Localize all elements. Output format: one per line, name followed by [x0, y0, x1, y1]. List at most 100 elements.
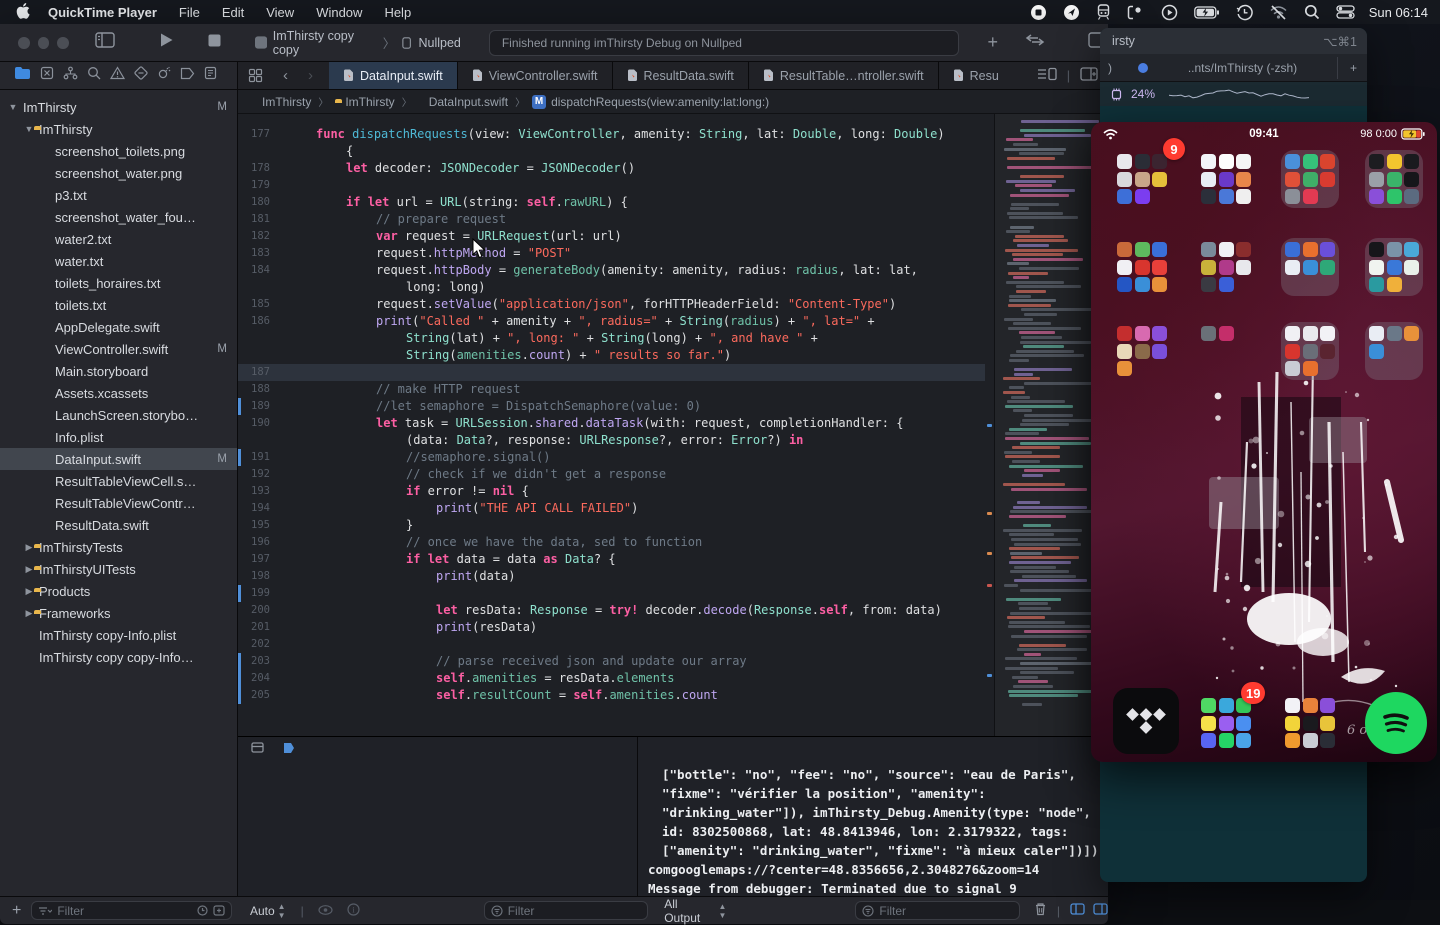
navigator-tests-icon[interactable]	[134, 66, 148, 85]
app-icon[interactable]	[1285, 361, 1300, 376]
menu-help[interactable]: Help	[384, 5, 411, 20]
app-icon[interactable]	[1285, 154, 1300, 169]
sidebar-item-resulttableviewcell-s-[interactable]: ResultTableViewCell.s…	[0, 470, 237, 492]
code-line-199[interactable]: 199	[238, 585, 985, 602]
code-line-185[interactable]: 185request.setValue("application/json", …	[238, 296, 985, 313]
sidebar-item-screenshot-toilets-png[interactable]: screenshot_toilets.png	[0, 140, 237, 162]
app-icon[interactable]	[1201, 326, 1216, 341]
spotify-app-icon[interactable]	[1365, 692, 1427, 754]
app-icon[interactable]	[1201, 716, 1216, 731]
app-icon[interactable]	[1387, 172, 1402, 187]
breadcrumb-item[interactable]: ImThirsty	[252, 95, 311, 109]
app-icon[interactable]	[1369, 344, 1384, 359]
search-icon[interactable]	[1304, 4, 1320, 20]
app-icon[interactable]	[1387, 189, 1402, 204]
app-icon[interactable]	[1369, 326, 1384, 341]
sidebar-item-resultdata-swift[interactable]: ResultData.swift	[0, 514, 237, 536]
show-variables-panel-icon[interactable]	[1070, 903, 1085, 918]
apple-menu-icon[interactable]	[16, 3, 30, 22]
active-app-name[interactable]: QuickTime Player	[48, 5, 157, 20]
app-icon[interactable]	[1201, 733, 1216, 748]
menu-edit[interactable]: Edit	[222, 5, 244, 20]
code-line-184[interactable]: 184request.httpBody = generateBody(ameni…	[238, 262, 985, 279]
app-icon[interactable]	[1219, 733, 1234, 748]
go-forward-button[interactable]: ›	[298, 62, 329, 89]
adjust-editor-icon[interactable]	[1037, 67, 1057, 84]
code-line-180[interactable]: 180if let url = URL(string: self.rawURL)…	[238, 194, 985, 211]
app-icon[interactable]	[1135, 277, 1150, 292]
app-icon[interactable]	[1285, 698, 1300, 713]
code-line-177[interactable]: 177func dispatchRequests(view: ViewContr…	[238, 126, 985, 143]
app-icon[interactable]	[1303, 733, 1318, 748]
app-icon[interactable]	[1117, 242, 1132, 257]
sidebar-item-launchscreen-storybo-[interactable]: LaunchScreen.storybo…	[0, 404, 237, 426]
sidebar-item-water2-txt[interactable]: water2.txt	[0, 228, 237, 250]
app-icon[interactable]	[1117, 326, 1132, 341]
app-icon[interactable]	[1135, 260, 1150, 275]
battery-charging-icon[interactable]	[1194, 6, 1220, 19]
app-icon[interactable]	[1387, 326, 1402, 341]
code-line-203[interactable]: 203// parse received json and update our…	[238, 653, 985, 670]
app-folder[interactable]	[1281, 150, 1339, 208]
app-icon[interactable]	[1219, 260, 1234, 275]
code-line-198[interactable]: 198print(data)	[238, 568, 985, 585]
recent-clock-icon[interactable]	[197, 905, 208, 916]
disclosure-chevron[interactable]: ▼	[24, 124, 34, 134]
app-icon[interactable]	[1387, 154, 1402, 169]
code-line-190[interactable]: 190let task = URLSession.shared.dataTask…	[238, 415, 985, 432]
app-icon[interactable]	[1152, 260, 1167, 275]
sidebar-item-toilets-txt[interactable]: toilets.txt	[0, 294, 237, 316]
app-icon[interactable]	[1152, 172, 1167, 187]
sidebar-item-assets-xcassets[interactable]: Assets.xcassets	[0, 382, 237, 404]
play-circle-icon[interactable]	[1161, 4, 1178, 21]
variables-filter-field[interactable]: Filter	[484, 901, 648, 920]
code-line-191[interactable]: 191//semaphore.signal()	[238, 449, 985, 466]
app-folder[interactable]	[1365, 150, 1423, 208]
run-button[interactable]	[159, 32, 174, 53]
navigator-reports-icon[interactable]	[204, 66, 217, 85]
app-icon-cluster[interactable]	[1113, 150, 1171, 208]
app-icon[interactable]	[1236, 242, 1251, 257]
sidebar-item-imthirsty[interactable]: ▼ImThirstyM	[0, 96, 237, 118]
record-stop-icon[interactable]	[1030, 4, 1047, 21]
variables-scope-selector[interactable]: Auto▲▼	[250, 902, 285, 920]
disclosure-chevron[interactable]: ▼	[8, 102, 18, 112]
sidebar-item-imthirstytests[interactable]: ▶ImThirstyTests	[0, 536, 237, 558]
app-icon[interactable]	[1404, 172, 1419, 187]
sidebar-item-main-storyboard[interactable]: Main.storyboard	[0, 360, 237, 382]
navigator-breakpoints-icon[interactable]	[180, 67, 195, 85]
dock-media-folder[interactable]	[1281, 694, 1339, 752]
app-icon[interactable]	[1219, 277, 1234, 292]
navigator-filter-field[interactable]: Filter	[31, 901, 232, 920]
wifi-off-icon[interactable]	[1269, 5, 1288, 20]
disclosure-chevron[interactable]: ▶	[24, 608, 34, 619]
navigator-issues-icon[interactable]	[110, 66, 125, 85]
app-icon[interactable]	[1320, 242, 1335, 257]
code-line-195[interactable]: 195}	[238, 517, 985, 534]
app-icon[interactable]	[1369, 172, 1384, 187]
source-editor[interactable]: 177func dispatchRequests(view: ViewContr…	[238, 114, 985, 736]
app-icon[interactable]	[1152, 326, 1167, 341]
code-line-183[interactable]: 183request.httpMethod = "POST"	[238, 245, 985, 262]
flatten-icon[interactable]	[213, 905, 225, 916]
sidebar-item-imthirsty-copy-copy-info-[interactable]: ImThirsty copy copy-Info…	[0, 646, 237, 668]
app-icon[interactable]	[1135, 326, 1150, 341]
app-icon[interactable]	[1285, 326, 1300, 341]
run-destination-selector[interactable]: Nullped	[418, 36, 460, 50]
clear-console-trash-icon[interactable]	[1034, 902, 1047, 919]
sidebar-item-products[interactable]: ▶Products	[0, 580, 237, 602]
app-icon[interactable]	[1320, 698, 1335, 713]
app-icon[interactable]	[1219, 698, 1234, 713]
split-editor-icon[interactable]	[1080, 67, 1098, 84]
code-line-202[interactable]: 202	[238, 636, 985, 653]
add-filter-button[interactable]: +	[12, 902, 21, 920]
sidebar-item-imthirsty[interactable]: ▼ImThirsty	[0, 118, 237, 140]
app-folder[interactable]	[1365, 322, 1423, 380]
app-icon[interactable]	[1135, 242, 1150, 257]
tidal-app-icon[interactable]	[1113, 688, 1179, 754]
terminal-tab[interactable]: ..nts/ImThirsty (-zsh)	[1156, 61, 1329, 75]
code-line-197[interactable]: 197if let data = data as Data? {	[238, 551, 985, 568]
location-icon[interactable]	[1063, 4, 1080, 21]
app-icon[interactable]	[1117, 277, 1132, 292]
app-icon[interactable]	[1320, 260, 1335, 275]
